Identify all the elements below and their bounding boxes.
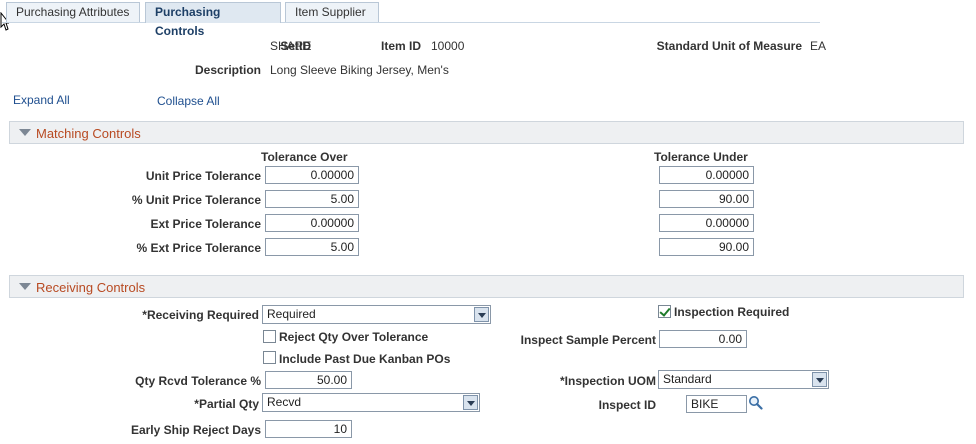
tolerance-under-header: Tolerance Under bbox=[654, 150, 748, 164]
reject-qty-over-tolerance-label: Reject Qty Over Tolerance bbox=[279, 330, 429, 344]
early-ship-reject-days-input[interactable]: 10 bbox=[265, 420, 352, 438]
ext-price-tolerance-label: Ext Price Tolerance bbox=[150, 217, 262, 231]
description-value: Long Sleeve Biking Jersey, Men's bbox=[270, 63, 449, 77]
qty-rcvd-tolerance-input[interactable]: 50.00 bbox=[265, 371, 352, 389]
unit-price-tolerance-over-input[interactable]: 0.00000 bbox=[265, 166, 359, 184]
reject-qty-over-tolerance-checkbox[interactable] bbox=[263, 330, 276, 343]
chevron-down-icon[interactable] bbox=[812, 372, 827, 387]
inspection-required-checkbox[interactable] bbox=[658, 305, 671, 318]
receiving-required-select[interactable]: Required bbox=[262, 305, 491, 324]
collapse-triangle-icon[interactable] bbox=[19, 129, 31, 136]
tab-purchasing-attributes[interactable]: Purchasing Attributes bbox=[6, 2, 140, 22]
receiving-controls-title: Receiving Controls bbox=[36, 280, 146, 295]
inspection-uom-value: Standard bbox=[663, 372, 712, 386]
ext-price-tolerance-under-input[interactable]: 0.00000 bbox=[659, 214, 754, 232]
expand-all-link[interactable]: Expand All bbox=[13, 93, 70, 107]
inspect-id-label: Inspect ID bbox=[598, 398, 656, 412]
pct-ext-price-tolerance-under-input[interactable]: 90.00 bbox=[659, 238, 754, 256]
pct-unit-price-tolerance-under-input[interactable]: 90.00 bbox=[659, 190, 754, 208]
item-id-value: 10000 bbox=[431, 39, 465, 53]
pct-unit-price-tolerance-label: % Unit Price Tolerance bbox=[131, 193, 261, 207]
receiving-required-value: Required bbox=[267, 307, 316, 321]
unit-price-tolerance-label: Unit Price Tolerance bbox=[145, 169, 261, 183]
setid-value: SHARE bbox=[270, 39, 312, 53]
include-past-due-kanban-checkbox[interactable] bbox=[263, 351, 276, 364]
unit-price-tolerance-under-input[interactable]: 0.00000 bbox=[659, 166, 754, 184]
standard-uom-value: EA bbox=[810, 39, 827, 53]
tab-item-supplier[interactable]: Item Supplier bbox=[285, 2, 379, 22]
tab-bar-divider bbox=[2, 22, 820, 23]
pct-ext-price-tolerance-over-input[interactable]: 5.00 bbox=[265, 238, 359, 256]
chevron-down-icon[interactable] bbox=[474, 307, 489, 322]
inspect-sample-percent-label: Inspect Sample Percent bbox=[520, 333, 656, 347]
collapse-triangle-icon[interactable] bbox=[19, 283, 31, 290]
partial-qty-label: *Partial Qty bbox=[194, 397, 259, 411]
chevron-down-icon[interactable] bbox=[463, 395, 478, 410]
description-label: Description bbox=[194, 63, 261, 77]
inspection-uom-label: *Inspection UOM bbox=[559, 374, 656, 388]
early-ship-reject-days-label: Early Ship Reject Days bbox=[130, 423, 261, 437]
tab-purchasing-controls[interactable]: Purchasing Controls bbox=[145, 2, 281, 38]
receiving-controls-header[interactable]: Receiving Controls bbox=[9, 275, 964, 298]
include-past-due-kanban-label: Include Past Due Kanban POs bbox=[279, 352, 451, 366]
inspection-uom-select[interactable]: Standard bbox=[658, 370, 829, 389]
pct-ext-price-tolerance-label: % Ext Price Tolerance bbox=[136, 241, 262, 255]
matching-controls-title: Matching Controls bbox=[36, 126, 141, 141]
inspect-sample-percent-input[interactable]: 0.00 bbox=[659, 330, 747, 348]
qty-rcvd-tolerance-label: Qty Rcvd Tolerance % bbox=[135, 374, 261, 388]
receiving-required-label: *Receiving Required bbox=[142, 308, 259, 322]
inspect-id-input[interactable]: BIKE bbox=[686, 395, 747, 413]
pct-unit-price-tolerance-over-input[interactable]: 5.00 bbox=[265, 190, 359, 208]
standard-uom-label: Standard Unit of Measure bbox=[656, 39, 802, 53]
tolerance-over-header: Tolerance Over bbox=[261, 150, 348, 164]
partial-qty-value: Recvd bbox=[267, 395, 302, 409]
inspection-required-label: Inspection Required bbox=[674, 305, 790, 319]
item-id-label: Item ID bbox=[380, 39, 421, 53]
matching-controls-header[interactable]: Matching Controls bbox=[9, 121, 964, 144]
lookup-magnifier-icon[interactable] bbox=[748, 395, 763, 410]
ext-price-tolerance-over-input[interactable]: 0.00000 bbox=[265, 214, 359, 232]
collapse-all-link[interactable]: Collapse All bbox=[157, 94, 220, 108]
partial-qty-select[interactable]: Recvd bbox=[262, 393, 480, 412]
